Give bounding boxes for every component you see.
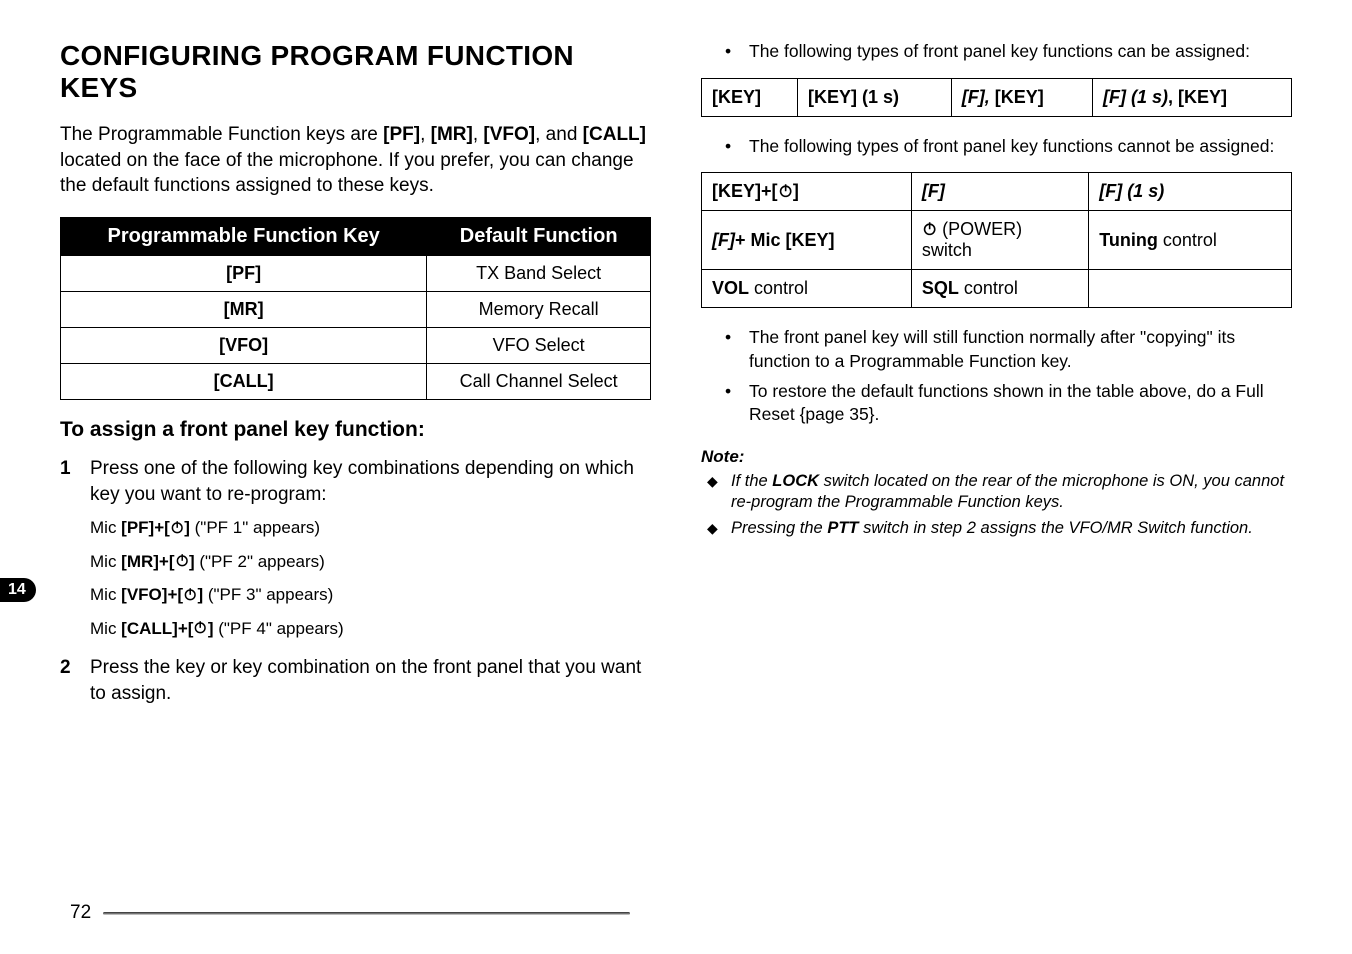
bullet-list: The following types of front panel key f… bbox=[701, 40, 1292, 64]
bullet-restore-default: To restore the default functions shown i… bbox=[701, 380, 1292, 427]
table-row: [MR] Memory Recall bbox=[61, 291, 651, 327]
table-row: [PF] TX Band Select bbox=[61, 255, 651, 291]
bullet-list: The front panel key will still function … bbox=[701, 326, 1292, 427]
can-assign-table: [KEY] [KEY] (1 s) [F], [KEY] [F] (1 s), … bbox=[701, 78, 1292, 117]
power-icon bbox=[175, 553, 189, 567]
power-icon bbox=[922, 221, 937, 236]
mic-key-combo: [PF]+[] bbox=[121, 518, 190, 537]
mic-line: Mic [CALL]+[] ("PF 4" appears) bbox=[90, 616, 651, 642]
mic-line: Mic [VFO]+[] ("PF 3" appears) bbox=[90, 582, 651, 608]
table-header: Programmable Function Key bbox=[61, 217, 427, 255]
mic-line: Mic [PF]+[] ("PF 1" appears) bbox=[90, 515, 651, 541]
mic-key-combo: [MR]+[] bbox=[121, 552, 194, 571]
intro-text-and: , and bbox=[535, 124, 583, 145]
power-icon bbox=[183, 587, 197, 601]
table-cell: [VFO] bbox=[61, 327, 427, 363]
table-cell: Tuning control bbox=[1089, 211, 1292, 270]
cannot-assign-table: [KEY]+[] [F] [F] (1 s) [F]+ Mic [KEY] (P… bbox=[701, 172, 1292, 308]
mic-note: ("PF 2" appears) bbox=[195, 552, 325, 571]
table-cell: [MR] bbox=[61, 291, 427, 327]
mic-prefix: Mic bbox=[90, 619, 121, 638]
intro-key-call: [CALL] bbox=[583, 124, 646, 145]
bullet-still-function: The front panel key will still function … bbox=[701, 326, 1292, 373]
note-item: Pressing the PTT switch in step 2 assign… bbox=[701, 518, 1292, 539]
mic-note: ("PF 4" appears) bbox=[214, 619, 344, 638]
note-item: If the LOCK switch located on the rear o… bbox=[701, 471, 1292, 514]
table-row: [F]+ Mic [KEY] (POWER)switch Tuning cont… bbox=[702, 211, 1292, 270]
table-cell: [F], [KEY] bbox=[951, 78, 1092, 116]
table-row: [KEY]+[] [F] [F] (1 s) bbox=[702, 173, 1292, 211]
mic-line: Mic [MR]+[] ("PF 2" appears) bbox=[90, 549, 651, 575]
right-column: The following types of front panel key f… bbox=[701, 40, 1292, 720]
table-cell: (POWER)switch bbox=[911, 211, 1088, 270]
intro-paragraph: The Programmable Function keys are [PF],… bbox=[60, 122, 651, 199]
step-2: Press the key or key combination on the … bbox=[60, 655, 651, 706]
mic-prefix: Mic bbox=[90, 552, 121, 571]
table-cell: [KEY] (1 s) bbox=[798, 78, 952, 116]
table-cell: VOL control bbox=[702, 270, 912, 308]
mic-note: ("PF 3" appears) bbox=[203, 585, 333, 604]
table-row: [VFO] VFO Select bbox=[61, 327, 651, 363]
intro-key-vfo: [VFO] bbox=[483, 124, 535, 145]
assign-subhead: To assign a front panel key function: bbox=[60, 418, 651, 442]
power-icon bbox=[193, 620, 207, 634]
footer-rule bbox=[103, 912, 630, 915]
step-1: Press one of the following key combinati… bbox=[60, 456, 651, 641]
table-cell: [F]+ Mic [KEY] bbox=[702, 211, 912, 270]
table-row: [KEY] [KEY] (1 s) [F], [KEY] [F] (1 s), … bbox=[702, 78, 1292, 116]
mic-note: ("PF 1" appears) bbox=[190, 518, 320, 537]
mic-key-combo: [CALL]+[] bbox=[121, 619, 213, 638]
left-column: CONFIGURING PROGRAM FUNCTION KEYS The Pr… bbox=[60, 40, 651, 720]
table-row: [CALL] Call Channel Select bbox=[61, 363, 651, 399]
page-number: 72 bbox=[70, 902, 91, 924]
bullet-can-assign: The following types of front panel key f… bbox=[701, 40, 1292, 64]
mic-key-combo: [VFO]+[] bbox=[121, 585, 203, 604]
intro-text-before: The Programmable Function keys are bbox=[60, 124, 383, 145]
note-label: Note: bbox=[701, 447, 1292, 467]
table-cell: SQL control bbox=[911, 270, 1088, 308]
table-cell: Call Channel Select bbox=[427, 363, 651, 399]
power-icon bbox=[778, 183, 793, 198]
section-title: CONFIGURING PROGRAM FUNCTION KEYS bbox=[60, 40, 651, 104]
note-list: If the LOCK switch located on the rear o… bbox=[701, 471, 1292, 539]
table-header-row: Programmable Function Key Default Functi… bbox=[61, 217, 651, 255]
bullet-cannot-assign: The following types of front panel key f… bbox=[701, 135, 1292, 159]
table-cell: [F] (1 s), [KEY] bbox=[1093, 78, 1292, 116]
mic-prefix: Mic bbox=[90, 585, 121, 604]
table-cell: [KEY] bbox=[702, 78, 798, 116]
table-cell: [PF] bbox=[61, 255, 427, 291]
table-cell bbox=[1089, 270, 1292, 308]
step-1-text: Press one of the following key combinati… bbox=[90, 458, 634, 505]
page-content: CONFIGURING PROGRAM FUNCTION KEYS The Pr… bbox=[0, 0, 1352, 750]
step-2-text: Press the key or key combination on the … bbox=[90, 657, 641, 704]
table-cell: TX Band Select bbox=[427, 255, 651, 291]
table-cell: [F] bbox=[911, 173, 1088, 211]
table-cell: VFO Select bbox=[427, 327, 651, 363]
table-header: Default Function bbox=[427, 217, 651, 255]
table-cell: [F] (1 s) bbox=[1089, 173, 1292, 211]
default-functions-table: Programmable Function Key Default Functi… bbox=[60, 217, 651, 400]
intro-key-pf: [PF] bbox=[383, 124, 420, 145]
intro-key-mr: [MR] bbox=[431, 124, 473, 145]
power-icon bbox=[170, 520, 184, 534]
bullet-list: The following types of front panel key f… bbox=[701, 135, 1292, 159]
table-cell: Memory Recall bbox=[427, 291, 651, 327]
page-footer: 72 bbox=[70, 902, 630, 924]
table-cell: [CALL] bbox=[61, 363, 427, 399]
steps-list: Press one of the following key combinati… bbox=[60, 456, 651, 707]
table-row: VOL control SQL control bbox=[702, 270, 1292, 308]
table-cell: [KEY]+[] bbox=[702, 173, 912, 211]
section-tab: 14 bbox=[0, 578, 36, 602]
mic-prefix: Mic bbox=[90, 518, 121, 537]
intro-text-after: located on the face of the microphone. I… bbox=[60, 150, 634, 197]
